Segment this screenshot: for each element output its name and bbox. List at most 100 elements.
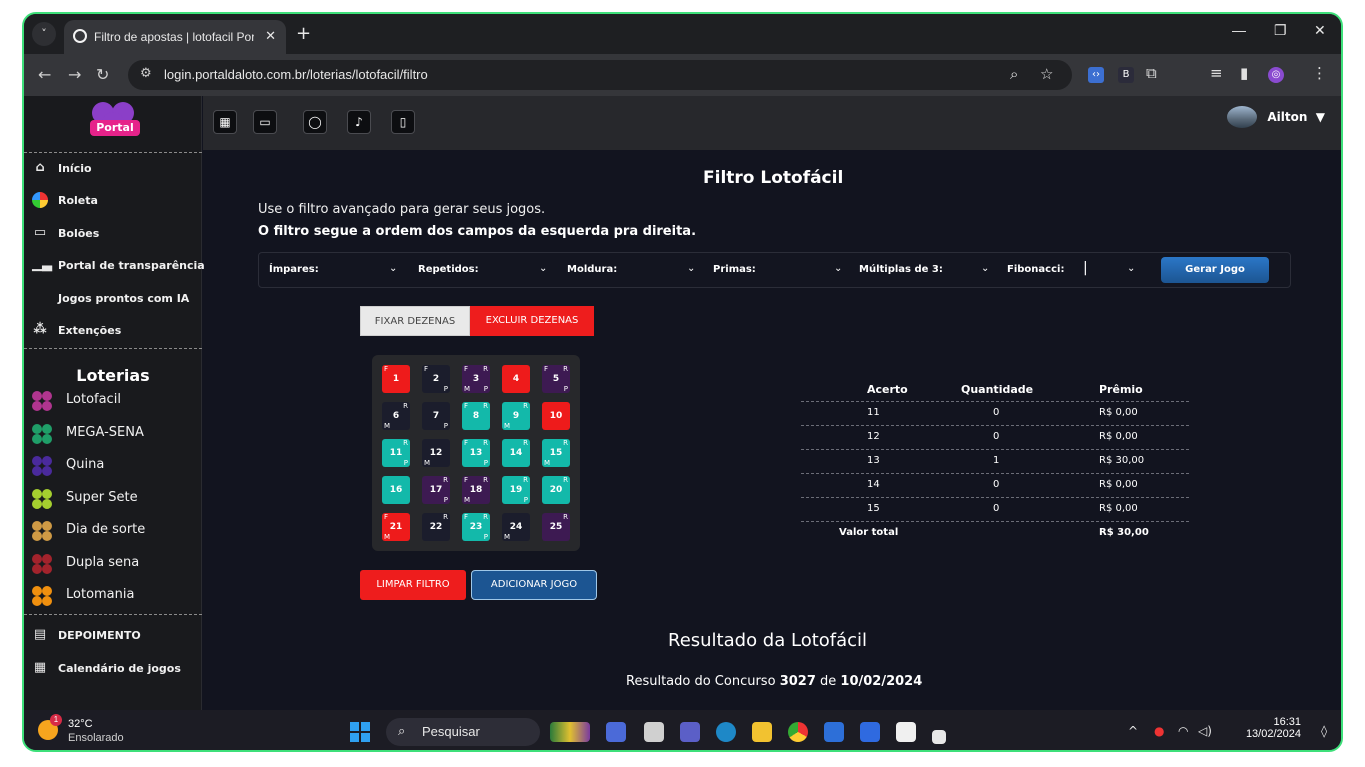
limpar-filtro-button[interactable]: LIMPAR FILTRO	[360, 570, 466, 600]
number-cell[interactable]: 6R M	[382, 402, 410, 430]
number-cell[interactable]: 5F R P	[542, 365, 570, 393]
chevron-down-icon[interactable]: ⌄	[834, 263, 842, 274]
filter-fibonacci[interactable]: Fibonacci:	[1007, 264, 1064, 275]
number-cell[interactable]: 13 F R P	[462, 439, 490, 467]
filter-impares[interactable]: Ímpares:	[269, 264, 319, 275]
zoom-icon[interactable]: ⌕	[1010, 65, 1018, 83]
number-cell[interactable]: 2F P	[422, 365, 450, 393]
filter-repetidos[interactable]: Repetidos:	[418, 264, 479, 275]
gerar-jogo-button[interactable]: Gerar Jogo	[1161, 257, 1269, 283]
notification-bell-icon[interactable]: ◊	[1321, 724, 1327, 738]
edge-icon[interactable]	[716, 722, 736, 742]
sidebar-item-quina[interactable]: Quina	[24, 453, 202, 479]
side-panel-icon[interactable]: ▮	[1240, 64, 1248, 82]
taskbar-clock[interactable]: 16:31 13/02/2024	[1246, 716, 1301, 740]
sidebar-item-depoimento[interactable]: ▤ DEPOIMENTO	[24, 623, 202, 649]
chevron-down-icon[interactable]: ⌄	[687, 263, 695, 274]
sidebar-item-roleta[interactable]: Roleta	[24, 188, 202, 214]
sidebar-item-inicio[interactable]: ⌂ Início	[24, 156, 202, 182]
reload-icon[interactable]: ↻	[96, 65, 109, 84]
task-view-icon[interactable]	[644, 722, 664, 742]
dropbox-icon[interactable]	[860, 722, 880, 742]
browser-tab[interactable]: Filtro de apostas | lotofacil Porta ✕	[64, 20, 286, 54]
tab-search-dropdown[interactable]: ˅	[32, 22, 56, 46]
number-cell[interactable]: 8F R	[462, 402, 490, 430]
chevron-down-icon[interactable]: ⌄	[1127, 263, 1135, 274]
sidebar-item-lotomania[interactable]: Lotomania	[24, 583, 202, 609]
chevron-down-icon[interactable]: ⌄	[389, 263, 397, 274]
start-button[interactable]	[350, 722, 370, 742]
taskbar-search[interactable]: ⌕ Pesquisar	[386, 718, 540, 746]
number-cell[interactable]: 19 R P	[502, 476, 530, 504]
number-cell[interactable]: 7P	[422, 402, 450, 430]
number-cell[interactable]: 21 F M	[382, 513, 410, 541]
number-cell[interactable]: 1F	[382, 365, 410, 393]
sidebar-item-calendario[interactable]: ▦ Calendário de jogos	[24, 656, 202, 682]
bell-icon[interactable]: ♪	[347, 110, 371, 134]
number-cell[interactable]: 18 F R M	[462, 476, 490, 504]
extension-devtools-icon[interactable]: ‹›	[1088, 67, 1104, 83]
new-tab-button[interactable]: +	[296, 23, 311, 44]
number-cell[interactable]: 14 R	[502, 439, 530, 467]
sidebar-item-jogos-ia[interactable]: Jogos prontos com IA	[24, 286, 202, 312]
number-cell[interactable]: 15 R M	[542, 439, 570, 467]
number-cell[interactable]: 23 F R P	[462, 513, 490, 541]
fixar-dezenas-button[interactable]: FIXAR DEZENAS	[360, 306, 470, 336]
copilot-icon[interactable]	[606, 722, 626, 742]
menu-dots-icon[interactable]: ⋮	[1312, 64, 1327, 82]
address-bar[interactable]: ⚙ login.portaldaloto.com.br/loterias/lot…	[128, 60, 1072, 90]
video-icon[interactable]: ▭	[253, 110, 277, 134]
security-icon[interactable]: ●	[1154, 724, 1164, 738]
wifi-icon[interactable]: ◠	[1178, 724, 1188, 738]
number-cell[interactable]: 9R M	[502, 402, 530, 430]
number-cell[interactable]: 10	[542, 402, 570, 430]
sidebar-item-mega-sena[interactable]: MEGA-SENA	[24, 421, 202, 447]
number-cell[interactable]: 4	[502, 365, 530, 393]
restore-icon[interactable]: ❐	[1274, 22, 1287, 39]
number-cell[interactable]: 17 R P	[422, 476, 450, 504]
book-icon[interactable]: ▯	[391, 110, 415, 134]
store-icon[interactable]	[824, 722, 844, 742]
chevron-down-icon[interactable]: ⌄	[981, 263, 989, 274]
filter-multiplas-3[interactable]: Múltiplas de 3:	[859, 264, 943, 275]
number-cell[interactable]: 24 M	[502, 513, 530, 541]
filter-moldura[interactable]: Moldura:	[567, 264, 617, 275]
apps-grid-icon[interactable]: ▦	[213, 110, 237, 134]
site-info-icon[interactable]: ⚙	[140, 66, 152, 81]
minimize-icon[interactable]: —	[1232, 22, 1246, 38]
bookmark-star-icon[interactable]: ☆	[1040, 65, 1053, 83]
sidebar-item-dia-de-sorte[interactable]: Dia de sorte	[24, 518, 202, 544]
extension-b-icon[interactable]: B	[1118, 67, 1134, 83]
excluir-dezenas-button[interactable]: EXCLUIR DEZENAS	[470, 306, 594, 336]
extensions-puzzle-icon[interactable]: ⧉	[1146, 64, 1157, 82]
reading-list-icon[interactable]: ≡	[1210, 64, 1223, 82]
whatsapp-icon[interactable]: ◯	[303, 110, 327, 134]
user-menu[interactable]: Ailton ▼	[1227, 106, 1325, 128]
close-tab-icon[interactable]: ✕	[265, 28, 276, 44]
sidebar-item-lotofacil[interactable]: Lotofacil	[24, 388, 202, 414]
number-cell[interactable]: 20 R	[542, 476, 570, 504]
number-cell[interactable]: 12 M	[422, 439, 450, 467]
number-cell[interactable]: 3F R M P	[462, 365, 490, 393]
sidebar-item-boloes[interactable]: ▭ Bolões	[24, 221, 202, 247]
filter-primas[interactable]: Primas:	[713, 264, 756, 275]
number-cell[interactable]: 16	[382, 476, 410, 504]
file-explorer-icon[interactable]	[752, 722, 772, 742]
app-icon[interactable]	[932, 730, 946, 744]
chevron-up-icon[interactable]: ^	[1128, 724, 1138, 738]
profile-avatar-icon[interactable]: ◎	[1268, 67, 1284, 83]
sidebar-item-transparencia[interactable]: ▁▃ Portal de transparência	[24, 253, 205, 279]
sidebar-item-dupla-sena[interactable]: Dupla sena	[24, 551, 202, 577]
number-cell[interactable]: 11 R P	[382, 439, 410, 467]
forward-icon[interactable]: →	[68, 65, 81, 84]
volume-icon[interactable]: ◁)	[1198, 724, 1212, 738]
adicionar-jogo-button[interactable]: ADICIONAR JOGO	[471, 570, 597, 600]
portal-loto-logo[interactable]: Portal	[84, 102, 144, 146]
teams-icon[interactable]	[680, 722, 700, 742]
number-cell[interactable]: 22 R	[422, 513, 450, 541]
amazon-icon[interactable]	[896, 722, 916, 742]
number-cell[interactable]: 25 R	[542, 513, 570, 541]
back-icon[interactable]: ←	[38, 65, 51, 84]
sidebar-item-super-sete[interactable]: Super Sete	[24, 486, 202, 512]
chrome-icon[interactable]	[788, 722, 808, 742]
